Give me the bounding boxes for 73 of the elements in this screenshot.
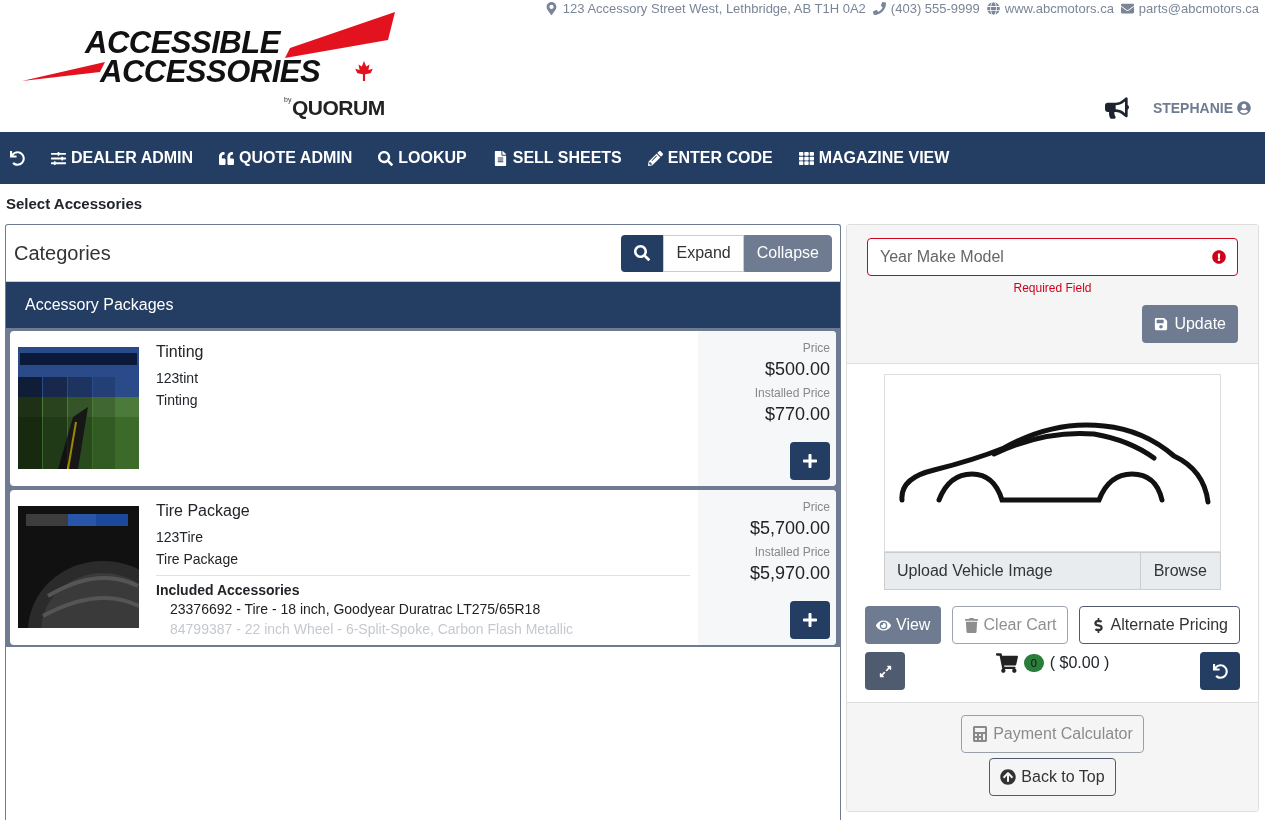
expand-button[interactable]: Expand — [663, 234, 744, 272]
package-code: 123tint — [156, 370, 200, 386]
included-item: 84799387 - 22 inch Wheel - 6-Split-Spoke, Carbon Flash Metallic — [169, 621, 575, 637]
included-title: Included Accessories — [156, 582, 301, 598]
price-value: $500.00 — [764, 359, 830, 380]
package-name: Tire Package — [156, 502, 251, 520]
price-label: Installed Price — [754, 386, 830, 400]
quote-icon — [219, 150, 235, 166]
plus-icon — [802, 612, 818, 628]
envelope-icon — [1120, 2, 1134, 15]
brand-text: QUORUM — [292, 96, 385, 120]
collapse-button[interactable]: Collapse — [743, 234, 832, 272]
calculator-icon — [972, 726, 989, 742]
reset-icon[interactable] — [10, 150, 25, 166]
price-value: $5,970.00 — [749, 563, 830, 584]
included-item: 23376692 - Tire - 18 inch, Goodyear Duratrac LT275/65R18 — [169, 601, 542, 617]
logo-text: ACCESSORIES — [100, 56, 321, 87]
user-icon — [1237, 101, 1251, 115]
user-menu[interactable]: STEPHANIE — [1152, 100, 1251, 116]
price-label: Price — [802, 500, 830, 514]
footer-button[interactable]: Back to Top — [989, 758, 1116, 796]
document-icon — [492, 150, 508, 166]
reset-button[interactable] — [1200, 652, 1240, 690]
cart-total: ( $0.00 ) — [1049, 654, 1110, 672]
nav-link[interactable]: MAGAZINE VIEW — [798, 149, 950, 167]
package-name: Tinting — [156, 343, 205, 361]
nav-link[interactable]: LOOKUP — [378, 149, 467, 167]
nav-link[interactable]: SELL SHEETS — [492, 149, 622, 167]
package-category: Tire Package — [156, 551, 239, 567]
pencil-icon — [647, 150, 663, 166]
website-text: www.abcmotors.ca — [986, 1, 1114, 16]
expand-view-button[interactable] — [865, 652, 905, 690]
search-icon — [378, 150, 394, 166]
sliders-icon — [51, 150, 66, 166]
vehicle-field[interactable]: Year Make Model — [867, 238, 1238, 276]
cart-icon — [995, 652, 1018, 674]
price-value: $5,700.00 — [749, 518, 830, 539]
price-value: $770.00 — [764, 404, 830, 425]
page-title: Select Accessories — [5, 194, 144, 214]
error-icon — [1212, 250, 1226, 264]
add-button[interactable] — [790, 442, 830, 480]
email-text: parts@abcmotors.ca — [1120, 1, 1259, 16]
nav-link[interactable]: ENTER CODE — [647, 149, 773, 167]
map-pin-icon — [544, 2, 558, 15]
section-header[interactable]: Accessory Packages — [6, 282, 840, 328]
panel-title: Categories — [14, 241, 111, 265]
search-icon — [634, 245, 651, 261]
phone-icon — [872, 2, 886, 15]
error-text: Required Field — [1012, 281, 1093, 295]
megaphone-icon[interactable] — [1104, 96, 1129, 120]
cart-count-badge: 0 — [1023, 654, 1044, 672]
maple-leaf-icon — [353, 60, 375, 82]
trash-icon — [963, 617, 979, 633]
price-label: Installed Price — [754, 545, 830, 559]
save-icon — [1154, 317, 1169, 331]
price-label: Price — [802, 341, 830, 355]
action-button[interactable]: Alternate Pricing — [1078, 606, 1240, 644]
globe-icon — [986, 2, 1000, 15]
package-category: Tinting — [156, 392, 199, 408]
update-button[interactable]: Update — [1142, 305, 1238, 343]
nav-link[interactable]: DEALER ADMIN — [51, 149, 194, 167]
search-button[interactable] — [621, 234, 664, 272]
grid-icon — [798, 150, 814, 166]
add-button[interactable] — [790, 601, 830, 639]
phone-text: (403) 555-9999 — [872, 1, 980, 16]
action-button[interactable]: View — [865, 606, 942, 644]
expand-icon — [878, 664, 892, 678]
logo-text: ACCESSIBLE — [85, 27, 280, 58]
address-text: 123 Accessory Street West, Lethbridge, AB T1H 0A2 — [544, 1, 866, 16]
nav-link[interactable]: QUOTE ADMIN — [219, 149, 353, 167]
package-code: 123Tire — [156, 529, 204, 545]
undo-icon — [1212, 663, 1228, 679]
plus-icon — [802, 453, 818, 469]
